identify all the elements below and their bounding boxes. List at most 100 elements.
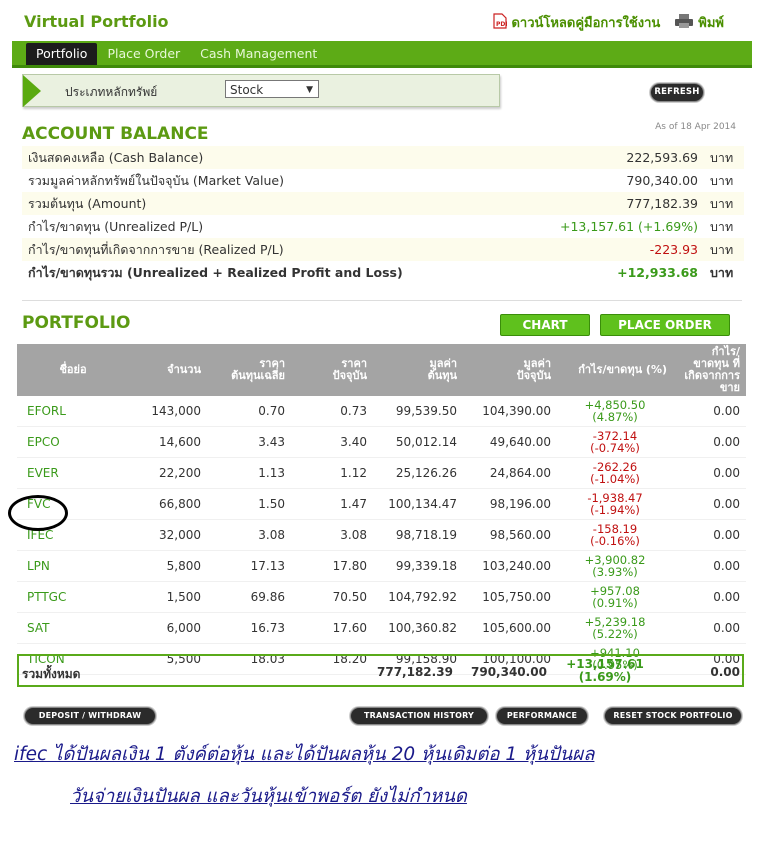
pl-percent: (-1.94%) [590, 503, 640, 517]
balance-table: เงินสดคงเหลือ (Cash Balance) 222,593.69 บา… [22, 146, 744, 284]
cell-realized-pl: 0.00 [673, 396, 746, 427]
print-link[interactable]: พิมพ์ [674, 12, 724, 33]
total-pl: +13,157.61 (1.69%) [557, 658, 653, 684]
balance-unit: บาท [704, 238, 744, 261]
table-row[interactable]: EVER 22,200 1.13 1.12 25,126.26 24,864.00 -262… [17, 457, 746, 489]
deposit-withdraw-button[interactable]: DEPOSIT / WITHDRAW [24, 707, 156, 725]
cell-realized-pl: 0.00 [673, 519, 746, 551]
column-header: กำไร/ขาดทุน (%) [557, 344, 673, 396]
cell-cost: 98,718.19 [373, 519, 463, 551]
column-header-line: ปัจจุบัน [332, 369, 367, 382]
column-header-line: ปัจจุบัน [516, 369, 551, 382]
transaction-history-button[interactable]: TRANSACTION HISTORY [350, 707, 488, 725]
app-title: Virtual Portfolio [24, 12, 169, 31]
reset-stock-portfolio-button[interactable]: RESET STOCK PORTFOLIO [604, 707, 742, 725]
stock-symbol[interactable]: PTTGC [17, 581, 129, 613]
security-type-select[interactable]: Stock ▼ [225, 80, 319, 98]
cell-cur: 3.40 [291, 426, 373, 458]
chevron-right-icon [23, 75, 41, 107]
cell-qty: 143,000 [129, 396, 207, 427]
download-manual-link[interactable]: PDF ดาวน์โหลดคู่มือการใช้งาน [493, 12, 660, 33]
dropdown-arrow-icon: ▼ [306, 85, 313, 95]
download-manual-label: ดาวน์โหลดคู่มือการใช้งาน [511, 16, 661, 31]
portfolio-table: ชื่อย่อ จำนวน ราคา ต้นทุนเฉลี่ย ราคา ปัจจุบัน… [17, 344, 746, 675]
pl-percent: (5.22%) [592, 627, 638, 641]
stock-symbol[interactable]: SAT [17, 612, 129, 644]
cell-pl: +4,850.50 (4.87%) [557, 396, 673, 427]
performance-button[interactable]: PERFORMANCE [496, 707, 588, 725]
cell-cost: 100,134.47 [373, 488, 463, 520]
balance-label: รวมมูลค่าหลักทรัพย์ในปัจจุบัน (Market Va… [22, 169, 514, 192]
cell-cost: 104,792.92 [373, 581, 463, 613]
stock-symbol[interactable]: EVER [17, 457, 129, 489]
balance-value: +12,933.68 [513, 261, 704, 284]
total-market-value: 790,340.00 [471, 665, 547, 679]
annotation-line-2: วันจ่ายเงินปันผล และวันหุ้นเข้าพอร์ต ยัง… [70, 786, 467, 807]
cell-mkt: 105,600.00 [463, 612, 557, 644]
portfolio-total-row: รวมทั้งหมด 777,182.39 790,340.00 +13,157… [17, 654, 744, 687]
table-row[interactable]: PTTGC 1,500 69.86 70.50 104,792.92 105,750.00… [17, 581, 746, 613]
cell-cost: 99,539.50 [373, 396, 463, 427]
security-type-filter: ประเภทหลักทรัพย์ Stock ▼ [22, 74, 500, 107]
table-row[interactable]: FVC 66,800 1.50 1.47 100,134.47 98,196.00 -1,9… [17, 488, 746, 520]
total-pl-percent: (1.69%) [578, 670, 632, 684]
cell-pl: +3,900.82 (3.93%) [557, 550, 673, 582]
cell-qty: 66,800 [129, 488, 207, 520]
table-row[interactable]: LPN 5,800 17.13 17.80 99,339.18 103,240.00 +3,… [17, 550, 746, 582]
column-header-line: กำไร/ขาดทุน ที่ [693, 345, 740, 370]
balance-row-unrealized: กำไร/ขาดทุน (Unrealized P/L) +13,157.61 (… [22, 215, 744, 238]
cell-pl: +5,239.18 (5.22%) [557, 612, 673, 644]
balance-value: 222,593.69 [513, 146, 704, 169]
stock-symbol[interactable]: EPCO [17, 426, 129, 458]
balance-unit: บาท [704, 261, 744, 284]
balance-value: -223.93 [513, 238, 704, 261]
cell-qty: 1,500 [129, 581, 207, 613]
balance-row-total: กำไร/ขาดทุนรวม (Unrealized + Realized Pr… [22, 261, 744, 284]
cell-cost: 25,126.26 [373, 457, 463, 489]
cell-avg: 1.50 [207, 488, 291, 520]
total-label: รวมทั้งหมด [22, 667, 81, 681]
stock-symbol[interactable]: EFORL [17, 396, 129, 427]
column-header-line: จำนวน [167, 363, 201, 376]
chart-button[interactable]: CHART [500, 314, 590, 336]
balance-label: เงินสดคงเหลือ (Cash Balance) [22, 146, 514, 169]
column-header: ชื่อย่อ [17, 344, 129, 396]
cell-cur: 1.47 [291, 488, 373, 520]
cell-realized-pl: 0.00 [673, 581, 746, 613]
table-row[interactable]: EPCO 14,600 3.43 3.40 50,012.14 49,640.00 -372… [17, 426, 746, 458]
tab-cash-management[interactable]: Cash Management [190, 43, 327, 65]
column-header: จำนวน [129, 344, 207, 396]
tab-place-order[interactable]: Place Order [97, 43, 190, 65]
portfolio-header-row: ชื่อย่อ จำนวน ราคา ต้นทุนเฉลี่ย ราคา ปัจจุบัน… [17, 344, 746, 396]
cell-qty: 5,800 [129, 550, 207, 582]
tab-portfolio[interactable]: Portfolio [26, 43, 98, 65]
stock-symbol[interactable]: LPN [17, 550, 129, 582]
balance-row-cash: เงินสดคงเหลือ (Cash Balance) 222,593.69 บา… [22, 146, 744, 169]
cell-avg: 17.13 [207, 550, 291, 582]
pl-percent: (3.93%) [592, 565, 638, 579]
table-row[interactable]: SAT 6,000 16.73 17.60 100,360.82 105,600.00 +5… [17, 612, 746, 644]
cell-realized-pl: 0.00 [673, 612, 746, 644]
cell-cost: 50,012.14 [373, 426, 463, 458]
balance-row-amount: รวมต้นทุน (Amount) 777,182.39 บาท [22, 192, 744, 215]
table-row[interactable]: EFORL 143,000 0.70 0.73 99,539.50 104,390.00 +… [17, 396, 746, 427]
table-row[interactable]: IFEC 32,000 3.08 3.08 98,718.19 98,560.00 -158… [17, 519, 746, 551]
place-order-button[interactable]: PLACE ORDER [600, 314, 730, 336]
pl-percent: (-0.16%) [590, 534, 640, 548]
portfolio-title: PORTFOLIO [22, 313, 131, 333]
cell-realized-pl: 0.00 [673, 457, 746, 489]
column-header-line: ต้นทุน [427, 369, 457, 382]
balance-value: 777,182.39 [513, 192, 704, 215]
cell-cost: 99,339.18 [373, 550, 463, 582]
refresh-button[interactable]: REFRESH [650, 83, 704, 102]
cell-realized-pl: 0.00 [673, 426, 746, 458]
portfolio-body: EFORL 143,000 0.70 0.73 99,539.50 104,390.00 +… [17, 396, 746, 675]
cell-cur: 17.60 [291, 612, 373, 644]
print-label: พิมพ์ [698, 16, 724, 31]
pl-percent: (4.87%) [592, 410, 638, 424]
cell-mkt: 98,196.00 [463, 488, 557, 520]
cell-pl: -372.14 (-0.74%) [557, 426, 673, 458]
pl-percent: (-1.04%) [590, 472, 640, 486]
cell-qty: 32,000 [129, 519, 207, 551]
balance-value: 790,340.00 [513, 169, 704, 192]
